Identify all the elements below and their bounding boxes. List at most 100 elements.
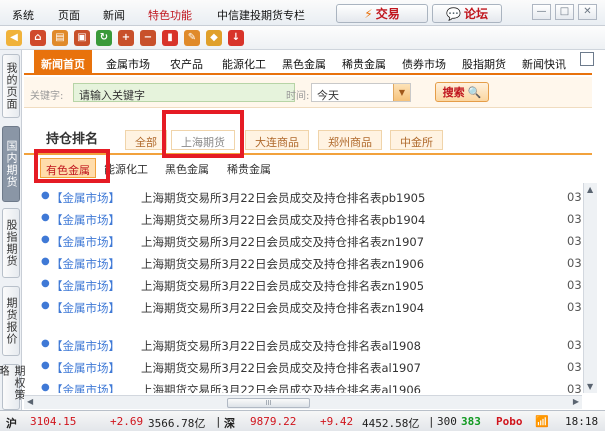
subcat-precious[interactable]: 稀贵金属 bbox=[227, 161, 271, 177]
menu-features[interactable]: 特色功能 bbox=[148, 7, 192, 23]
folder-icon[interactable]: ▣ bbox=[74, 30, 90, 46]
scroll-up-icon[interactable]: ▲ bbox=[587, 185, 593, 194]
news-title[interactable]: 上海期货交易所3月22日会员成交及持仓排名表pb1904 bbox=[141, 212, 425, 228]
minimize-button[interactable]: — bbox=[532, 4, 551, 20]
news-category[interactable]: 【金属市场】 bbox=[51, 212, 120, 228]
news-category[interactable]: 【金属市场】 bbox=[51, 338, 120, 354]
news-date: 03 bbox=[567, 278, 582, 292]
scroll-right-icon[interactable]: ▶ bbox=[573, 397, 579, 406]
keyword-input[interactable]: 请输入关键字 bbox=[73, 83, 295, 102]
tab-energy[interactable]: 能源化工 bbox=[222, 56, 266, 72]
clock-time: 18:18 bbox=[565, 415, 599, 428]
refresh-icon[interactable]: ↻ bbox=[96, 30, 112, 46]
news-title[interactable]: 上海期货交易所3月22日会员成交及持仓排名表al1906 bbox=[141, 382, 421, 393]
news-category[interactable]: 【金属市场】 bbox=[51, 190, 120, 206]
menu-column[interactable]: 中信建投期货专栏 bbox=[217, 7, 305, 23]
chevron-down-icon[interactable]: ▼ bbox=[393, 84, 410, 101]
news-category[interactable]: 【金属市场】 bbox=[51, 234, 120, 250]
sidebar-tab-options[interactable]: 期权策略 bbox=[0, 364, 26, 410]
news-category[interactable]: 【金属市场】 bbox=[51, 360, 120, 376]
news-title[interactable]: 上海期货交易所3月22日会员成交及持仓排名表zn1906 bbox=[141, 256, 424, 272]
subcat-ferrous[interactable]: 黑色金属 bbox=[165, 161, 209, 177]
exchange-tab-all[interactable]: 全部 bbox=[125, 130, 167, 150]
news-date: 03 bbox=[567, 360, 582, 374]
tab-precious[interactable]: 稀贵金属 bbox=[342, 56, 386, 72]
news-date: 03 bbox=[567, 300, 582, 314]
news-category[interactable]: 【金属市场】 bbox=[51, 382, 120, 393]
news-date: 03 bbox=[567, 382, 582, 393]
menu-news[interactable]: 新闻 bbox=[103, 7, 125, 23]
sz-label: 深 bbox=[224, 417, 235, 430]
hs300-value: 383 bbox=[461, 415, 481, 428]
maximize-button[interactable]: □ bbox=[555, 4, 574, 20]
ranking-title: 持仓排名 bbox=[46, 132, 99, 147]
time-select[interactable]: 今天 ▼ bbox=[311, 83, 411, 102]
list-item[interactable]: ● 【金属市场】 上海期货交易所3月22日会员成交及持仓排名表pb1904 03 bbox=[24, 209, 592, 231]
tab-index-futures[interactable]: 股指期货 bbox=[462, 56, 506, 72]
bullet-icon: ● bbox=[41, 234, 50, 245]
list-item[interactable]: ● 【金属市场】 上海期货交易所3月22日会员成交及持仓排名表zn1906 03 bbox=[24, 253, 592, 275]
news-date: 03 bbox=[567, 256, 582, 270]
news-category[interactable]: 【金属市场】 bbox=[51, 300, 120, 316]
sh-index: 3104.15 bbox=[30, 415, 77, 428]
sh-label: 沪 bbox=[6, 417, 17, 430]
horizontal-scrollbar[interactable]: ◀ III ▶ bbox=[24, 395, 582, 409]
sidebar-tab-futures-quotes[interactable]: 期货报价 bbox=[2, 286, 20, 356]
tab-metal-market[interactable]: 金属市场 bbox=[106, 56, 150, 72]
close-button[interactable]: ✕ bbox=[578, 4, 597, 20]
sidebar-tab-my-page[interactable]: 我的页面 bbox=[2, 54, 20, 118]
list-item[interactable]: ● 【金属市场】 上海期货交易所3月22日会员成交及持仓排名表al1908 03 bbox=[24, 335, 592, 357]
list-item[interactable]: ● 【金属市场】 上海期货交易所3月22日会员成交及持仓排名表zn1905 03 bbox=[24, 275, 592, 297]
exchange-tab-cffex[interactable]: 中金所 bbox=[390, 130, 443, 150]
panel-icon[interactable] bbox=[580, 52, 594, 66]
news-title[interactable]: 上海期货交易所3月22日会员成交及持仓排名表zn1904 bbox=[141, 300, 424, 316]
news-title[interactable]: 上海期货交易所3月22日会员成交及持仓排名表pb1905 bbox=[141, 190, 425, 206]
divider: | bbox=[215, 415, 222, 428]
list-item[interactable]: ● 【金属市场】 上海期货交易所3月22日会员成交及持仓排名表al1907 03 bbox=[24, 357, 592, 379]
forum-button[interactable]: 💬 论坛 bbox=[432, 4, 502, 23]
list-item[interactable]: ● 【金属市场】 上海期货交易所3月22日会员成交及持仓排名表zn1904 03 bbox=[24, 297, 592, 319]
bullet-icon: ● bbox=[41, 338, 50, 349]
sidebar-tab-index-futures[interactable]: 股指期货 bbox=[2, 208, 20, 278]
menu-page[interactable]: 页面 bbox=[58, 7, 80, 23]
exchange-tab-czce[interactable]: 郑州商品 bbox=[318, 130, 382, 150]
signal-icon: 📶 bbox=[535, 415, 549, 428]
zoom-out-icon[interactable]: − bbox=[140, 30, 156, 46]
chart-icon[interactable]: ▮ bbox=[162, 30, 178, 46]
news-title[interactable]: 上海期货交易所3月22日会员成交及持仓排名表al1908 bbox=[141, 338, 421, 354]
tab-agri[interactable]: 农产品 bbox=[170, 56, 203, 72]
paint-icon[interactable]: ◆ bbox=[206, 30, 222, 46]
pen-icon[interactable]: ✎ bbox=[184, 30, 200, 46]
scroll-left-icon[interactable]: ◀ bbox=[27, 397, 33, 406]
menu-system[interactable]: 系统 bbox=[12, 7, 34, 23]
news-title[interactable]: 上海期货交易所3月22日会员成交及持仓排名表zn1907 bbox=[141, 234, 424, 250]
status-bar: 沪 3104.15 +2.69 3566.78亿 | 深 9879.22 +9.… bbox=[0, 410, 605, 431]
trade-button[interactable]: ⚡ 交易 bbox=[336, 4, 428, 23]
home-icon[interactable]: ⌂ bbox=[30, 30, 46, 46]
news-title[interactable]: 上海期货交易所3月22日会员成交及持仓排名表al1907 bbox=[141, 360, 421, 376]
tab-ferrous[interactable]: 黑色金属 bbox=[282, 56, 326, 72]
list-item[interactable]: ● 【金属市场】 上海期货交易所3月22日会员成交及持仓排名表zn1907 03 bbox=[24, 231, 592, 253]
news-list: ● 【金属市场】 上海期货交易所3月22日会员成交及持仓排名表pb1905 03… bbox=[24, 183, 592, 393]
tab-news-home[interactable]: 新闻首页 bbox=[34, 50, 92, 73]
zoom-in-icon[interactable]: + bbox=[118, 30, 134, 46]
search-button[interactable]: 搜索 🔍 bbox=[435, 82, 489, 102]
list-item[interactable]: ● 【金属市场】 上海期货交易所3月22日会员成交及持仓排名表al1906 03 bbox=[24, 379, 592, 393]
pin-icon[interactable]: ↓ bbox=[228, 30, 244, 46]
news-title[interactable]: 上海期货交易所3月22日会员成交及持仓排名表zn1905 bbox=[141, 278, 424, 294]
scroll-down-icon[interactable]: ▼ bbox=[587, 382, 593, 391]
vertical-scrollbar[interactable]: ▲ ▼ bbox=[583, 183, 597, 393]
tab-bond[interactable]: 债券市场 bbox=[402, 56, 446, 72]
exchange-tab-dce[interactable]: 大连商品 bbox=[245, 130, 309, 150]
search-button-label: 搜索 bbox=[442, 86, 465, 99]
trade-label: 交易 bbox=[375, 7, 400, 21]
news-category[interactable]: 【金属市场】 bbox=[51, 256, 120, 272]
list-item[interactable]: ● 【金属市场】 上海期货交易所3月22日会员成交及持仓排名表pb1905 03 bbox=[24, 187, 592, 209]
doc-icon[interactable]: ▤ bbox=[52, 30, 68, 46]
scroll-thumb[interactable]: III bbox=[227, 398, 310, 408]
news-category[interactable]: 【金属市场】 bbox=[51, 278, 120, 294]
subcat-energy[interactable]: 能源化工 bbox=[104, 161, 148, 177]
sidebar-tab-domestic-futures[interactable]: 国内期货 bbox=[2, 126, 20, 202]
tab-flash-news[interactable]: 新闻快讯 bbox=[522, 56, 566, 72]
back-icon[interactable]: ◀ bbox=[6, 30, 22, 46]
